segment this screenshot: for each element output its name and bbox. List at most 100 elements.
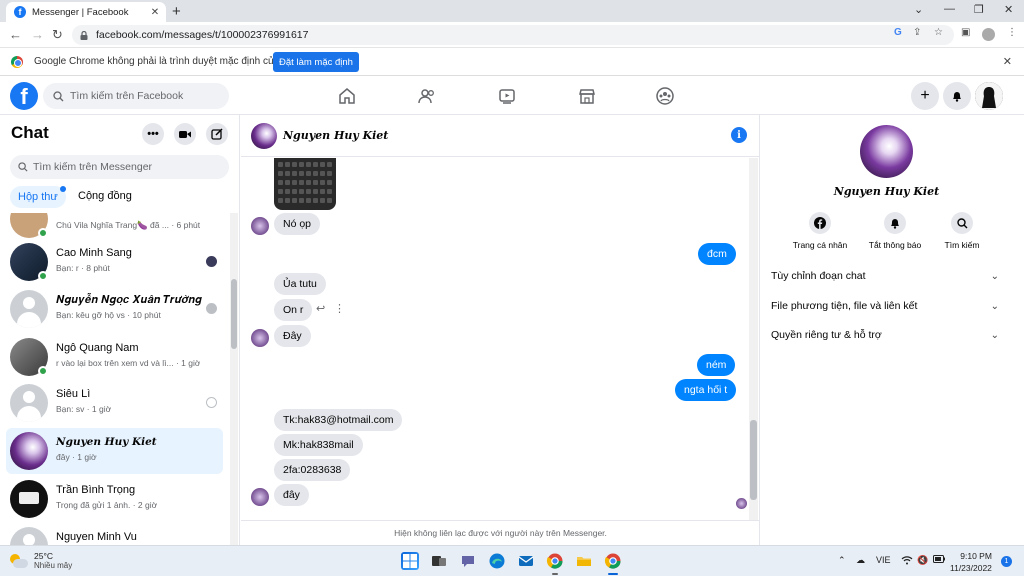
profile-avatar-icon[interactable] (982, 28, 995, 41)
volume-muted-icon[interactable]: 🔇 (917, 555, 928, 566)
bookmark-star-icon[interactable]: ☆ (934, 27, 943, 38)
more-actions-icon[interactable]: ⋮ (334, 302, 345, 315)
keyboard-key-graphic (278, 162, 283, 167)
keyboard-photo-attachment[interactable] (274, 158, 336, 210)
wifi-icon[interactable] (901, 555, 913, 565)
omnibox[interactable]: facebook.com/messages/t/100002376991617 (72, 25, 954, 45)
conversation-item[interactable]: Cao Minh Sang Bạn: r · 8 phút (6, 239, 223, 285)
file-explorer-icon[interactable] (575, 552, 593, 570)
facebook-search-input[interactable]: Tìm kiếm trên Facebook (43, 83, 229, 109)
video-room-icon[interactable] (174, 123, 196, 145)
conversation-name: 𝑵𝒈𝒖𝒚𝒆̂̃𝒏 𝑵𝒈𝒐̣𝒄 𝑿𝒖𝒂̂𝒏 𝑻𝒓𝒖̛𝒐̛̀𝒏𝒈 (56, 294, 202, 306)
contact-profile-avatar[interactable] (860, 125, 913, 178)
seen-avatar (206, 256, 217, 267)
media-files-section[interactable]: File phương tiện, file và liên kết ⌄ (771, 296, 999, 316)
chrome-menu-icon[interactable]: ⋮ (1007, 27, 1017, 38)
conversation-item[interactable]: Nguyen Minh Vu (6, 523, 223, 545)
message-bubble-incoming[interactable]: 2fa:0283638 (274, 459, 351, 481)
message-bubble-incoming[interactable]: On r (274, 299, 313, 321)
message-bubble-outgoing[interactable]: ngta hối t (675, 379, 737, 401)
profile-action[interactable]: Trang cá nhân (785, 212, 855, 250)
set-default-button[interactable]: Đặt làm mặc định (273, 52, 359, 72)
new-message-icon[interactable] (206, 123, 228, 145)
message-bubble-incoming[interactable]: đây (274, 484, 309, 506)
messenger-search-input[interactable]: Tìm kiếm trên Messenger (10, 155, 229, 179)
share-icon[interactable]: ⇪ (913, 27, 921, 38)
maximize-button[interactable]: ❐ (974, 3, 984, 16)
groups-icon[interactable] (655, 86, 675, 106)
friends-icon[interactable] (417, 86, 437, 106)
message-thread-scrollbar[interactable] (749, 158, 758, 520)
sent-check-icon (206, 397, 217, 408)
conversation-item[interactable]: Ngô Quang Nam r vào lại box trên xem vd … (6, 334, 223, 380)
watch-icon[interactable] (497, 86, 517, 106)
message-bubble-incoming[interactable]: Ủa tutu (274, 273, 326, 295)
conversation-item[interactable]: Siêu Lì Bạn: sv · 1 giờ (6, 380, 223, 426)
edge-icon[interactable] (488, 552, 506, 570)
marketplace-icon[interactable] (577, 86, 597, 106)
tab-community[interactable]: Cộng đồng (78, 190, 132, 202)
conversation-info-icon[interactable]: i (731, 127, 747, 143)
message-bubble-outgoing[interactable]: đcm (698, 243, 736, 265)
weather-widget[interactable]: 25°C Nhiều mây (10, 551, 72, 570)
keyboard-key-graphic (292, 162, 297, 167)
start-button[interactable] (401, 552, 419, 570)
google-icon[interactable]: G (894, 27, 902, 38)
conversation-item[interactable]: 𝑵𝒈𝒖𝒚𝒆̂̃𝒏 𝑵𝒈𝒐̣𝒄 𝑿𝒖𝒂̂𝒏 𝑻𝒓𝒖̛𝒐̛̀𝒏𝒈 Bạn: kêu … (6, 286, 223, 332)
side-panel-icon[interactable]: ▣ (961, 27, 970, 38)
teams-chat-icon[interactable] (459, 552, 477, 570)
notification-badge[interactable]: 1 (1001, 556, 1012, 567)
infobar-close-icon[interactable]: ✕ (1003, 55, 1012, 68)
minimize-button[interactable]: — (944, 3, 955, 15)
contact-name[interactable]: Nguyen Huy Kiet (283, 129, 388, 142)
facebook-logo[interactable]: f (10, 82, 38, 110)
more-options-icon[interactable]: ••• (142, 123, 164, 145)
reload-button[interactable]: ↻ (52, 27, 63, 43)
home-icon[interactable] (337, 86, 357, 106)
conversation-item[interactable]: Trần Bình Trọng Trọng đã gửi 1 ảnh. · 2 … (6, 476, 223, 522)
mail-icon[interactable] (517, 552, 535, 570)
message-bubble-outgoing[interactable]: ném (697, 354, 736, 376)
forward-button[interactable]: → (31, 27, 44, 42)
chrome-taskbar-icon[interactable] (546, 552, 564, 570)
message-bubble-incoming[interactable]: Mk:hak838mail (274, 434, 363, 456)
chrome-logo-icon (11, 56, 23, 68)
clock-time: 9:10 PM (960, 551, 992, 561)
task-view-icon[interactable] (430, 552, 448, 570)
tab-search-icon[interactable]: ⌄ (914, 3, 923, 16)
close-tab-icon[interactable]: ✕ (148, 7, 162, 18)
tab-inbox[interactable]: Hộp thư (10, 186, 66, 208)
keyboard-key-graphic (299, 180, 304, 185)
message-bubble-incoming[interactable]: Đây (274, 325, 311, 347)
message-bubble-incoming[interactable]: Nó ọp (274, 213, 321, 235)
chrome-active-window-icon[interactable] (604, 552, 622, 570)
close-window-button[interactable]: ✕ (1004, 3, 1013, 16)
conversation-item-active[interactable]: Nguyen Huy Kiet đây · 1 giờ (6, 428, 223, 474)
onedrive-cloud-icon[interactable]: ☁ (856, 555, 865, 566)
mute-action[interactable]: Tắt thông báo (860, 212, 930, 250)
section-label: Quyền riêng tư & hỗ trợ (771, 329, 882, 341)
chat-list-scrollbar[interactable] (230, 213, 238, 545)
conversation-item[interactable]: Chú Vila Nghĩa Trang🍆 đã ... · 6 phút (6, 213, 223, 242)
privacy-support-section[interactable]: Quyền riêng tư & hỗ trợ ⌄ (771, 325, 999, 345)
customize-chat-section[interactable]: Tùy chỉnh đoạn chat ⌄ (771, 266, 999, 286)
message-bubble-incoming[interactable]: Tk:hak83@hotmail.com (274, 409, 403, 431)
search-icon (53, 90, 64, 101)
language-indicator[interactable]: VIE (876, 555, 891, 565)
keyboard-key-graphic (327, 198, 332, 203)
new-tab-button[interactable]: + (172, 3, 181, 20)
keyboard-key-graphic (285, 189, 290, 194)
reply-icon[interactable]: ↩ (316, 302, 325, 315)
notifications-bell-icon[interactable] (943, 82, 971, 110)
account-avatar[interactable] (975, 82, 1003, 110)
search-action[interactable]: Tìm kiếm (927, 212, 997, 250)
show-hidden-icons[interactable]: ⌃ (838, 555, 846, 566)
contact-avatar[interactable] (251, 123, 277, 149)
system-clock[interactable]: 9:10 PM 11/23/2022 (950, 550, 992, 574)
windows-taskbar: 25°C Nhiều mây ⌃ ☁ VIE 🔇 9:10 PM 11/23/2… (0, 545, 1024, 576)
back-button[interactable]: ← (9, 27, 22, 42)
create-button[interactable]: + (911, 82, 939, 110)
conversation-list: Chú Vila Nghĩa Trang🍆 đã ... · 6 phút Ca… (0, 213, 229, 545)
battery-icon[interactable] (933, 555, 945, 563)
browser-tab[interactable]: f Messenger | Facebook ✕ (6, 2, 166, 22)
